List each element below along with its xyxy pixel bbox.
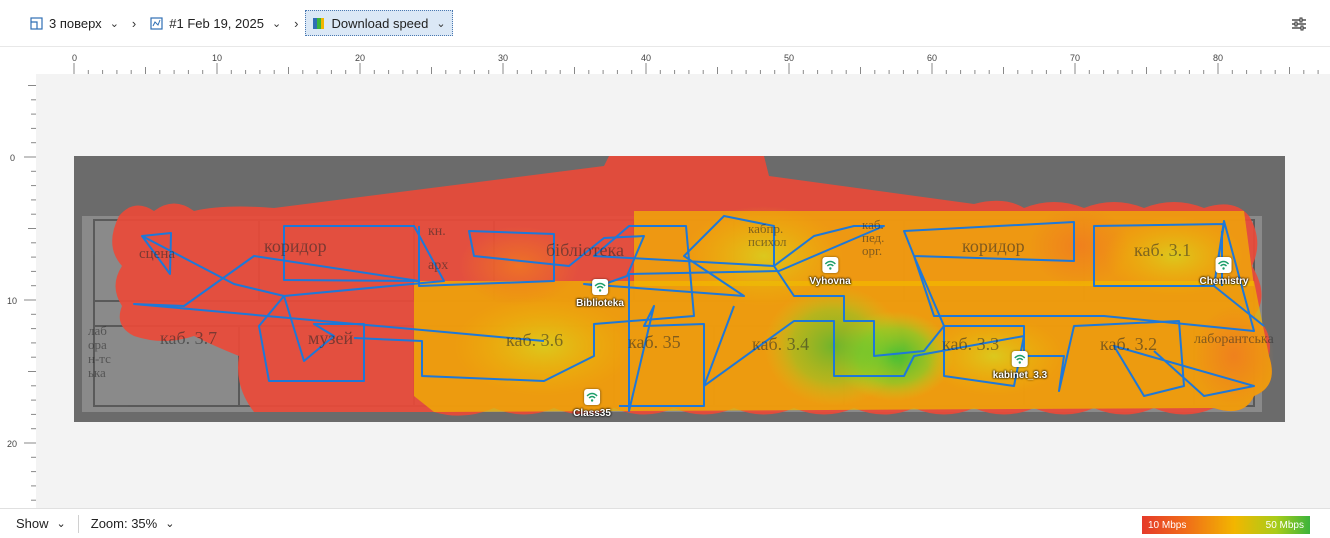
chevron-right-icon: › <box>131 15 137 31</box>
ruler-x-label: 20 <box>355 53 366 63</box>
floor-label: 3 поверх <box>49 15 102 31</box>
access-point-chemistry[interactable]: Chemistry <box>1199 257 1249 287</box>
settings-sliders-icon[interactable] <box>1290 15 1308 33</box>
top-toolbar: 3 поверх ⌄ › #1 Feb 19, 2025 ⌄ › Downloa… <box>0 0 1330 46</box>
plan-label-room: каб. 3.1 <box>1134 240 1192 260</box>
zoom-dropdown[interactable]: Zoom: 35% ⌄ <box>91 516 175 531</box>
ruler-x-label: 60 <box>927 53 938 63</box>
access-point-vyhovna[interactable]: Vyhovna <box>809 257 851 287</box>
plan-label-corridor: коридор <box>264 236 327 256</box>
speed-legend: 10 Mbps 50 Mbps <box>1142 516 1310 534</box>
legend-min-label: 10 Mbps <box>1148 519 1187 531</box>
floor-icon <box>29 16 43 30</box>
plan-label-archive: арх <box>428 258 449 273</box>
ruler-ticks-x <box>73 63 1319 75</box>
plan-label-room: музей <box>308 328 354 348</box>
plan-label-room: каб. 35 <box>628 332 681 352</box>
map-canvas[interactable]: сцена коридор кн. арх бібліотека кабпр. … <box>36 74 1330 508</box>
chevron-right-icon: › <box>294 15 299 31</box>
ruler-x-label: 0 <box>72 53 78 63</box>
chevron-down-icon: ⌄ <box>165 518 175 530</box>
bottom-toolbar: Show ⌄ Zoom: 35% ⌄ 10 Mbps 50 Mbps <box>0 508 1330 538</box>
ruler-y-label: 20 <box>7 439 18 449</box>
show-label: Show <box>16 516 49 531</box>
floor-selector[interactable]: 3 поверх ⌄ <box>22 10 126 36</box>
plan-label-org: каб. пед. орг. <box>862 217 885 258</box>
wifi-icon <box>591 279 608 295</box>
floor-plan: сцена коридор кн. арх бібліотека кабпр. … <box>74 156 1285 422</box>
heatmap-overlay <box>82 156 1274 416</box>
ruler-x-label: 30 <box>498 53 509 63</box>
ruler-x-label: 40 <box>641 53 652 63</box>
metric-selector[interactable]: Download speed ⌄ <box>304 10 453 36</box>
plan-label-lab: лаборан-тська <box>88 324 111 380</box>
wifi-icon <box>1216 257 1232 273</box>
access-point-name: Vyhovna <box>809 276 851 287</box>
ruler-x-label: 70 <box>1070 53 1081 63</box>
access-point-name: Biblioteka <box>576 298 624 309</box>
legend-max-label: 50 Mbps <box>1265 519 1304 531</box>
plan-label-room: каб. 3.4 <box>752 334 810 354</box>
wifi-icon <box>1011 351 1028 367</box>
access-point-class35[interactable]: Class35 <box>573 389 611 419</box>
wifi-icon <box>822 257 838 273</box>
survey-icon <box>149 16 163 30</box>
ruler-x-label: 50 <box>784 53 795 63</box>
ruler-ticks-y <box>24 85 36 501</box>
plan-label-stage: сцена <box>139 246 176 262</box>
chevron-down-icon: ⌄ <box>109 17 119 30</box>
plan-label-corridor: коридор <box>962 236 1025 256</box>
plan-label-archive: кн. <box>428 224 446 239</box>
plan-label-lab: лаборантська <box>1194 332 1274 347</box>
access-point-kabinet-3-3[interactable]: kabinet_3.3 <box>993 351 1047 381</box>
access-point-name: Class35 <box>573 408 611 419</box>
plan-label-room: каб. 3.3 <box>942 334 1000 354</box>
ruler-x-label: 80 <box>1213 53 1224 63</box>
horizontal-ruler: 0 10 20 30 40 50 60 70 80 <box>0 46 1330 75</box>
survey-selector[interactable]: #1 Feb 19, 2025 ⌄ <box>142 10 288 36</box>
access-point-name: Chemistry <box>1199 276 1249 287</box>
chevron-down-icon: ⌄ <box>436 17 446 30</box>
heatmap-icon <box>312 16 326 30</box>
show-dropdown[interactable]: Show ⌄ <box>16 516 66 531</box>
wifi-icon <box>584 389 600 405</box>
plan-label-room: каб. 3.6 <box>506 330 564 350</box>
plan-label-library: бібліотека <box>546 240 624 260</box>
divider <box>77 514 79 533</box>
plan-label-room: каб. 3.2 <box>1100 334 1158 354</box>
chevron-down-icon: ⌄ <box>271 17 282 30</box>
vertical-ruler: 0 10 20 <box>0 74 36 508</box>
ruler-y-label: 0 <box>10 153 16 163</box>
ruler-x-label: 10 <box>212 53 223 63</box>
plan-label-room: каб. 3.7 <box>160 328 218 348</box>
heatmap-app: 3 поверх ⌄ › #1 Feb 19, 2025 ⌄ › Downloa… <box>0 0 1330 538</box>
ruler-y-label: 10 <box>7 296 18 306</box>
zoom-label: Zoom: 35% <box>90 516 158 531</box>
plan-label-psych: кабпр. психол <box>748 221 787 249</box>
access-point-biblioteka[interactable]: Biblioteka <box>576 279 624 309</box>
access-point-name: kabinet_3.3 <box>992 370 1048 381</box>
survey-label: #1 Feb 19, 2025 <box>169 15 264 31</box>
metric-label: Download speed <box>331 15 429 31</box>
chevron-down-icon: ⌄ <box>56 518 66 530</box>
